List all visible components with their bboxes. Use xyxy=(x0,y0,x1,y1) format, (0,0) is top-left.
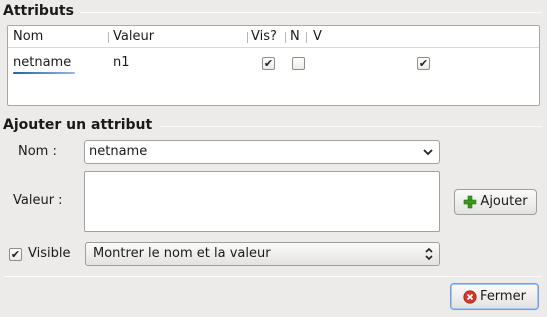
close-button-label: Fermer xyxy=(480,288,526,304)
close-circle-icon xyxy=(463,289,477,304)
column-header-visible[interactable]: Vis? xyxy=(251,26,277,48)
value-textarea[interactable] xyxy=(84,171,440,232)
show-value-checkbox[interactable]: ✔ xyxy=(417,57,430,70)
close-button[interactable]: Fermer xyxy=(450,283,539,310)
column-header-value[interactable]: Valeur xyxy=(113,26,154,48)
visible-checkbox[interactable]: ✔ xyxy=(262,57,275,70)
bottom-divider xyxy=(4,276,542,277)
attributes-group-divider xyxy=(80,12,542,13)
name-combobox[interactable]: netname xyxy=(84,140,440,164)
name-label: Nom : xyxy=(18,144,57,159)
display-mode-value: Montrer le nom et la valeur xyxy=(93,246,271,261)
add-button[interactable]: Ajouter xyxy=(454,189,537,215)
visible-toggle-checkbox[interactable]: ✔ xyxy=(9,248,22,261)
column-separator[interactable] xyxy=(247,32,248,43)
updown-arrows-icon xyxy=(424,247,434,261)
column-separator[interactable] xyxy=(285,32,286,43)
visible-label[interactable]: Visible xyxy=(28,245,70,263)
column-header-show-value[interactable]: V xyxy=(313,26,322,48)
show-name-checkbox[interactable] xyxy=(292,57,305,70)
add-attribute-group-title: Ajouter un attribut xyxy=(3,117,153,133)
column-separator[interactable] xyxy=(306,32,307,43)
table-row[interactable]: netname n1 ✔ ✔ xyxy=(8,52,539,74)
name-combobox-value: netname xyxy=(89,144,148,159)
attributes-group-title: Attributs xyxy=(3,3,74,19)
attribute-value-cell[interactable]: n1 xyxy=(113,54,130,72)
name-cell-underline xyxy=(13,72,75,74)
attributes-table[interactable]: Nom Valeur Vis? N V netname n1 ✔ ✔ xyxy=(7,25,540,106)
add-button-label: Ajouter xyxy=(480,194,528,209)
column-header-show-name[interactable]: N xyxy=(290,26,300,48)
attributes-table-header: Nom Valeur Vis? N V xyxy=(8,26,539,48)
display-mode-select[interactable]: Montrer le nom et la valeur xyxy=(85,242,440,266)
add-attribute-group-divider xyxy=(160,126,542,127)
column-header-name[interactable]: Nom xyxy=(13,26,43,48)
column-separator[interactable] xyxy=(108,32,109,43)
chevron-down-icon[interactable] xyxy=(422,146,434,158)
attribute-name-cell[interactable]: netname xyxy=(13,54,71,72)
value-label: Valeur : xyxy=(13,193,63,208)
plus-icon xyxy=(463,195,477,209)
